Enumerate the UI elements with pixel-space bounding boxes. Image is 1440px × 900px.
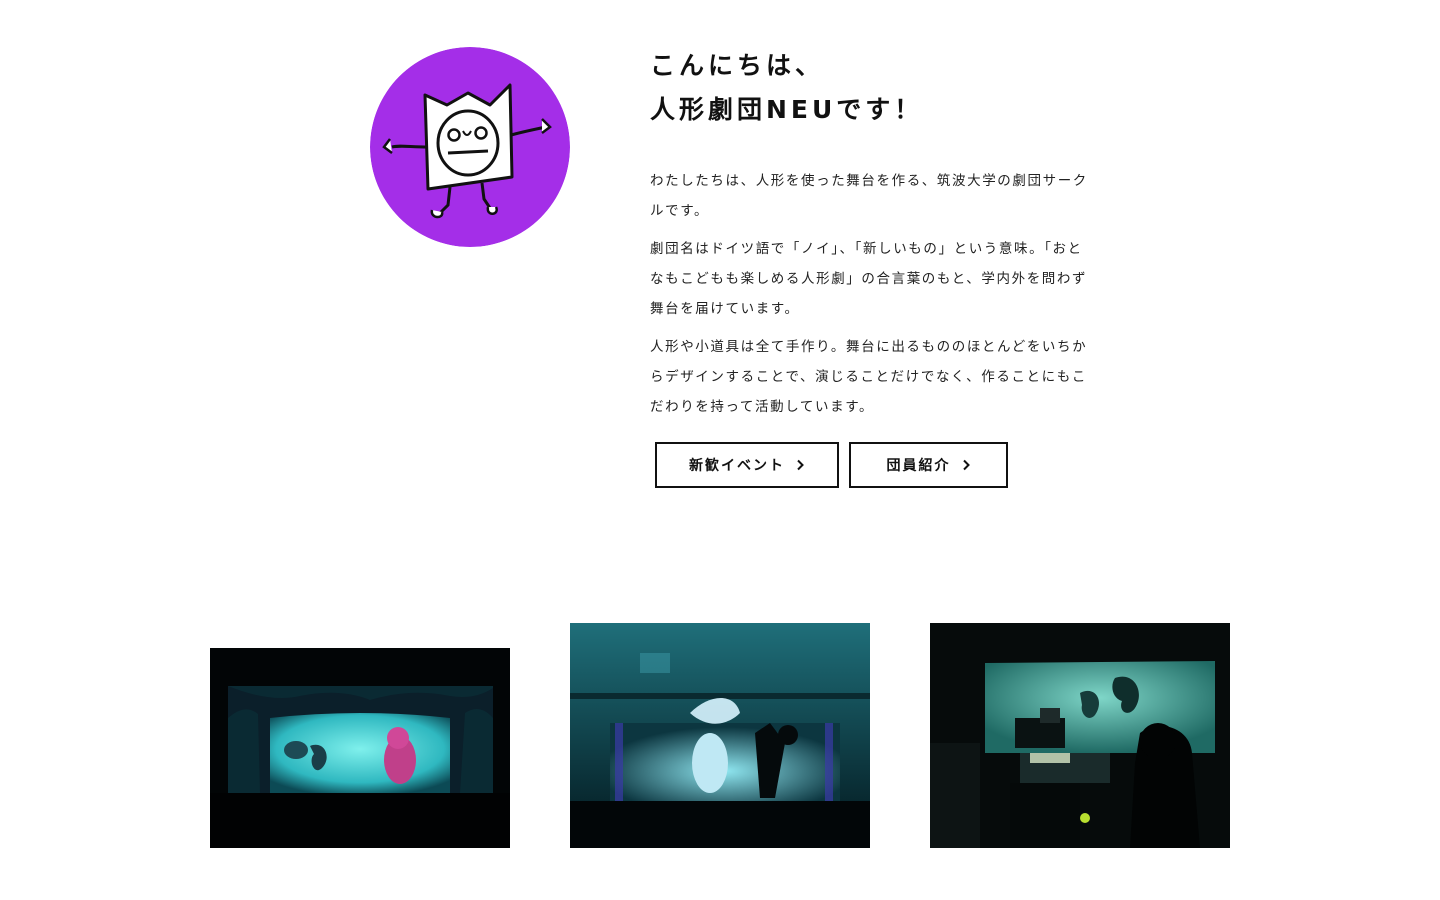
intro-paragraph-3: 人形や小道具は全て手作り。舞台に出るもののほとんどをいちからデザインすることで、… [650, 339, 1088, 415]
welcome-event-button[interactable]: 新歓イベント [655, 442, 839, 488]
members-button[interactable]: 団員紹介 [849, 442, 1008, 488]
page-headline: こんにちは、 人形劇団NEUです！ [650, 44, 1100, 132]
photo-projector-shadow-play [930, 623, 1230, 848]
chevron-right-icon [962, 459, 970, 471]
photo-shadow-puppet-stage [210, 648, 510, 848]
chevron-right-icon [797, 459, 804, 471]
headline-line-1: こんにちは、 [650, 51, 825, 80]
page: こんにちは、 人形劇団NEUです！ わたしたちは、人形を使った舞台を作る、筑波大… [0, 0, 1440, 900]
intro-section: こんにちは、 人形劇団NEUです！ わたしたちは、人形を使った舞台を作る、筑波大… [650, 44, 1100, 430]
projector-shadow-play-photo [930, 623, 1230, 848]
shadow-puppet-stage-photo [210, 648, 510, 848]
members-label: 団員紹介 [886, 458, 951, 474]
intro-paragraph-2: 劇団名はドイツ語で「ノイ」、「新しいもの」という意味。「おとなもこどもも楽しめる… [650, 241, 1088, 317]
puppet-performance-photo [570, 623, 870, 848]
mascot-character-icon [370, 47, 570, 247]
photo-puppet-performance [570, 623, 870, 848]
intro-body: わたしたちは、人形を使った舞台を作る、筑波大学の劇団サークルです。 劇団名はドイ… [650, 166, 1100, 422]
intro-paragraph-1: わたしたちは、人形を使った舞台を作る、筑波大学の劇団サークルです。 [650, 173, 1088, 219]
headline-line-2: 人形劇団NEUです！ [650, 95, 924, 124]
welcome-event-label: 新歓イベント [689, 458, 785, 474]
cta-buttons: 新歓イベント 団員紹介 [655, 442, 1008, 488]
mascot-logo [370, 47, 570, 247]
